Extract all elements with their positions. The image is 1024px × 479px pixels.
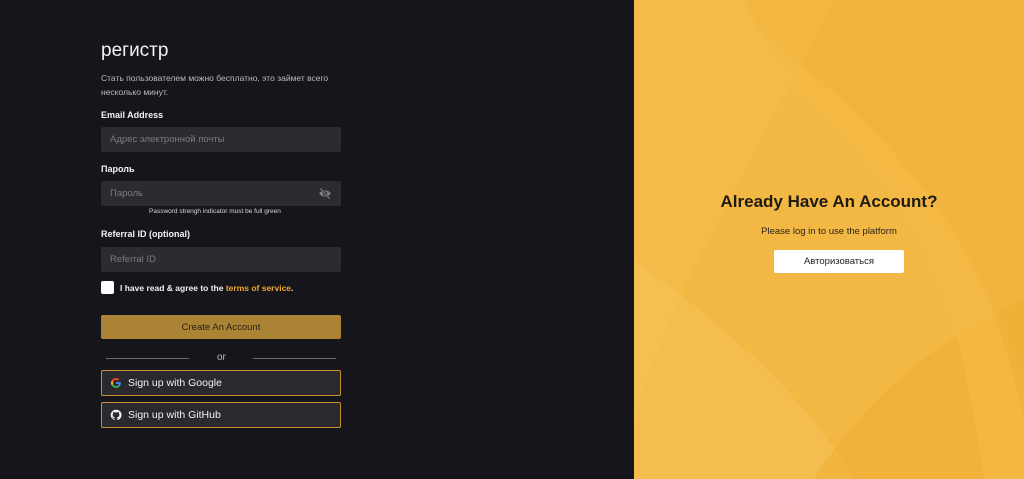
google-signup-button[interactable]: Sign up with Google [101, 370, 341, 396]
referral-label: Referral ID (optional) [101, 229, 191, 239]
page-title: регистр [101, 40, 169, 61]
email-field[interactable] [101, 127, 341, 152]
google-icon [111, 378, 121, 388]
login-panel-title: Already Have An Account? [720, 192, 938, 211]
password-field-wrapper [101, 181, 341, 206]
agree-label: I have read & agree to the terms of serv… [120, 283, 293, 293]
email-field-wrapper [101, 127, 341, 152]
agree-checkbox[interactable] [101, 281, 114, 294]
referral-field[interactable] [101, 247, 341, 272]
login-button[interactable]: Авторизоваться [774, 250, 904, 273]
login-panel: Already Have An Account? Please log in t… [634, 0, 1024, 479]
password-hint: Password strengh indicator must be full … [149, 208, 281, 215]
terms-of-service-link[interactable]: terms of service [226, 283, 291, 293]
agree-end: . [291, 282, 294, 293]
referral-field-wrapper [101, 247, 341, 272]
password-field[interactable] [101, 181, 341, 206]
divider-line-left [106, 358, 189, 359]
password-label: Пароль [101, 164, 135, 174]
agree-text: I have read & agree to the [120, 282, 226, 293]
or-divider: or [106, 352, 340, 364]
divider-line-right [253, 358, 336, 359]
page-subtitle: Стать пользователем можно бесплатно, это… [101, 73, 329, 97]
login-panel-subtitle: Please log in to use the platform [761, 226, 897, 237]
email-label: Email Address [101, 110, 164, 120]
or-text: or [217, 352, 226, 363]
github-icon [110, 409, 122, 421]
github-signup-button[interactable]: Sign up with GitHub [101, 402, 341, 428]
eye-off-icon[interactable] [318, 187, 332, 200]
background-waves [634, 0, 1024, 479]
github-signup-label: Sign up with GitHub [128, 409, 221, 421]
register-panel: регистр Стать пользователем можно беспла… [0, 0, 634, 479]
google-signup-label: Sign up with Google [128, 377, 222, 389]
create-account-button[interactable]: Create An Account [101, 315, 341, 339]
agree-row: I have read & agree to the terms of serv… [101, 281, 293, 294]
